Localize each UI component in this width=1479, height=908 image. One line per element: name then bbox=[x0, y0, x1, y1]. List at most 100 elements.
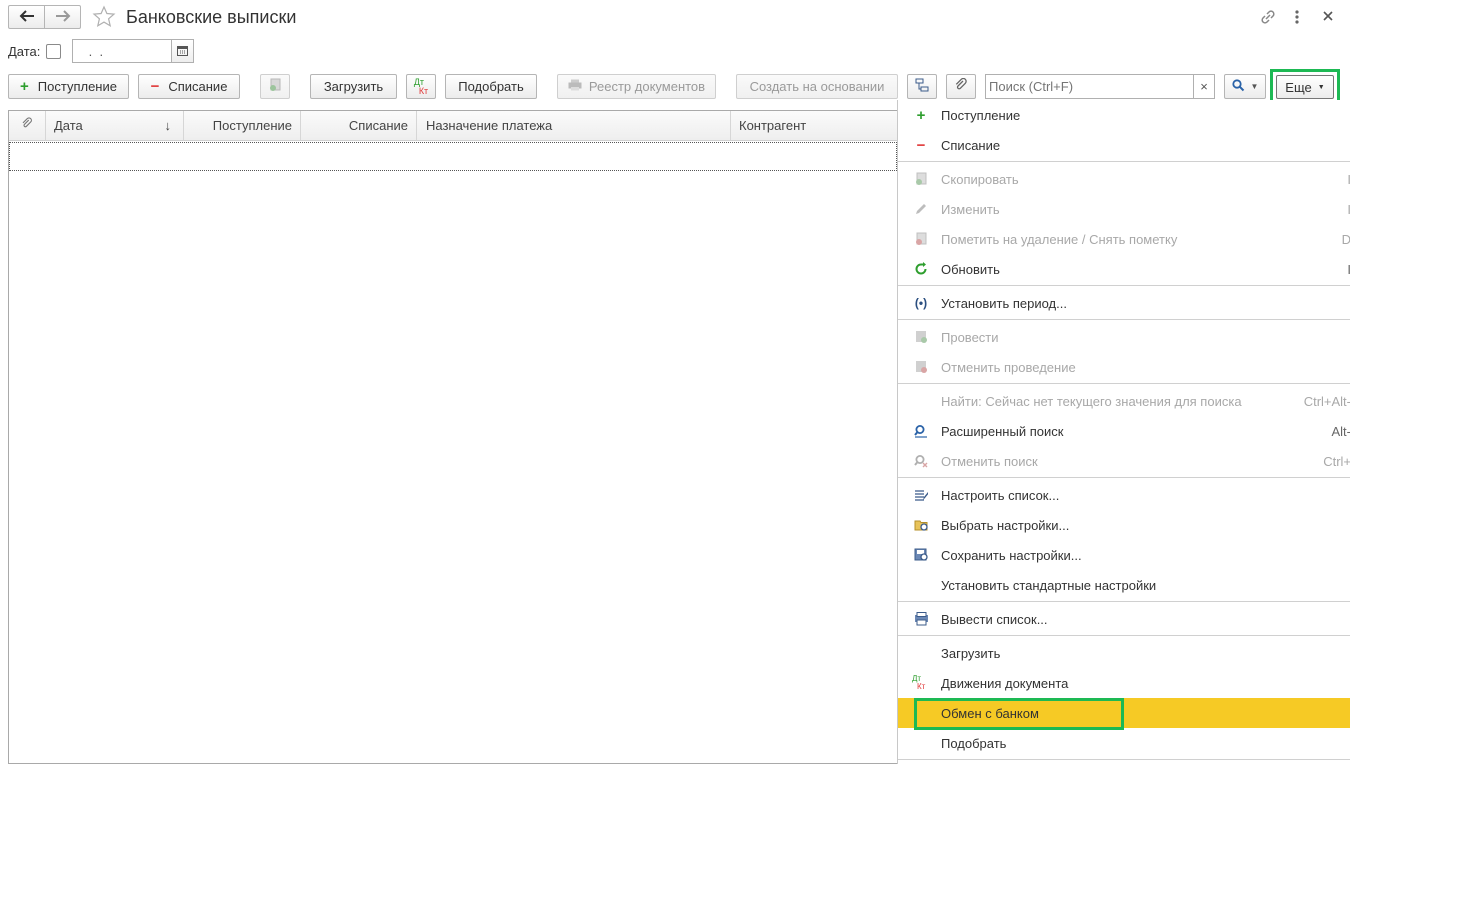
forward-button[interactable] bbox=[44, 5, 81, 29]
close-icon[interactable] bbox=[1322, 10, 1334, 25]
print-list-icon bbox=[912, 610, 930, 628]
menu-separator bbox=[898, 161, 1350, 162]
statements-table[interactable]: Дата ↓ Поступление Списание Назначение п… bbox=[8, 110, 897, 764]
col-date-label: Дата bbox=[54, 118, 83, 133]
menu-item-advanced-search[interactable]: Расширенный поиск Alt- bbox=[898, 416, 1350, 446]
menu-item-expense[interactable]: − Списание bbox=[898, 130, 1350, 160]
search-button[interactable]: ▼ bbox=[1224, 74, 1266, 99]
paperclip-icon bbox=[954, 77, 968, 95]
structure-button[interactable] bbox=[907, 74, 937, 99]
menu-item-label: Провести bbox=[941, 329, 999, 345]
col-counterparty-label: Контрагент bbox=[739, 118, 807, 133]
col-income[interactable]: Поступление bbox=[183, 111, 300, 140]
menu-item-label: Найти: Сейчас нет текущего значения для … bbox=[941, 393, 1242, 409]
menu-item-label: Выбрать настройки... bbox=[941, 517, 1070, 533]
menu-item-label: Движения документа bbox=[941, 675, 1069, 691]
menu-item-find[interactable]: Найти: Сейчас нет текущего значения для … bbox=[898, 386, 1350, 416]
list-settings-icon bbox=[912, 486, 930, 504]
col-expense[interactable]: Списание bbox=[300, 111, 416, 140]
date-checkbox[interactable] bbox=[46, 44, 61, 59]
menu-item-label: Изменить bbox=[941, 201, 1000, 217]
registry-button[interactable]: Реестр документов bbox=[557, 74, 716, 99]
menu-item-label: Скопировать bbox=[941, 171, 1019, 187]
arrow-right-icon bbox=[55, 9, 71, 25]
more-annotation-box bbox=[1270, 69, 1340, 104]
col-purpose[interactable]: Назначение платежа bbox=[416, 111, 730, 140]
col-expense-label: Списание bbox=[348, 118, 408, 133]
search-input[interactable] bbox=[985, 74, 1194, 99]
menu-item-label: Обновить bbox=[941, 261, 1000, 277]
menu-item-post[interactable]: Провести bbox=[898, 322, 1350, 352]
refresh-icon bbox=[912, 260, 930, 278]
kebab-icon[interactable] bbox=[1292, 9, 1302, 28]
income-label: Поступление bbox=[37, 79, 117, 94]
menu-item-choose-settings[interactable]: Выбрать настройки... bbox=[898, 510, 1350, 540]
menu-item-mark-delete[interactable]: Пометить на удаление / Снять пометку D bbox=[898, 224, 1350, 254]
period-icon: (•) bbox=[914, 296, 928, 310]
menu-item-copy[interactable]: Скопировать I bbox=[898, 164, 1350, 194]
cancel-search-icon bbox=[912, 452, 930, 470]
menu-item-label: Отменить поиск bbox=[941, 453, 1038, 469]
menu-separator bbox=[898, 601, 1350, 602]
menu-item-refresh[interactable]: Обновить I bbox=[898, 254, 1350, 284]
col-counterparty[interactable]: Контрагент bbox=[730, 111, 898, 140]
minus-icon: − bbox=[916, 136, 926, 154]
menu-item-load[interactable]: Загрузить bbox=[898, 638, 1350, 668]
menu-item-save-settings[interactable]: Сохранить настройки... bbox=[898, 540, 1350, 570]
menu-item-label: Настроить список... bbox=[941, 487, 1060, 503]
menu-separator bbox=[898, 477, 1350, 478]
create-based-button[interactable]: Создать на основании bbox=[736, 74, 898, 99]
date-value: . . bbox=[85, 44, 111, 59]
copy-icon bbox=[912, 170, 930, 188]
back-button[interactable] bbox=[8, 5, 45, 29]
menu-item-label: Списание bbox=[941, 137, 1001, 153]
menu-separator bbox=[898, 635, 1350, 636]
search-field[interactable] bbox=[986, 75, 1192, 98]
select-label: Подобрать bbox=[458, 79, 524, 94]
menu-separator bbox=[898, 319, 1350, 320]
menu-item-label: Расширенный поиск bbox=[941, 423, 1064, 439]
income-button[interactable]: + Поступление bbox=[8, 74, 129, 99]
menu-item-edit[interactable]: Изменить I bbox=[898, 194, 1350, 224]
expense-button[interactable]: − Списание bbox=[138, 74, 240, 99]
link-icon[interactable] bbox=[1259, 8, 1277, 29]
star-icon[interactable] bbox=[92, 5, 116, 32]
menu-item-shortcut: D bbox=[1342, 232, 1350, 247]
menu-item-label: Отменить проведение bbox=[941, 359, 1076, 375]
menu-item-period[interactable]: (•) Установить период... bbox=[898, 288, 1350, 318]
table-header: Дата ↓ Поступление Списание Назначение п… bbox=[9, 111, 897, 141]
dtkt-bottom: Кт bbox=[418, 85, 429, 96]
menu-item-shortcut: Ctrl+Alt- bbox=[1303, 393, 1350, 409]
menu-item-document-movements[interactable]: Дт Кт Движения документа bbox=[898, 668, 1350, 698]
col-income-label: Поступление bbox=[212, 118, 292, 133]
clear-icon: × bbox=[1200, 79, 1208, 94]
folder-settings-icon bbox=[912, 516, 930, 534]
search-clear-button[interactable]: × bbox=[1193, 74, 1215, 99]
menu-item-select[interactable]: Подобрать bbox=[898, 728, 1350, 758]
menu-item-configure-list[interactable]: Настроить список... bbox=[898, 480, 1350, 510]
menu-item-label: Загрузить bbox=[941, 645, 1001, 661]
col-attachment[interactable] bbox=[9, 111, 45, 140]
menu-item-cancel-search[interactable]: Отменить поиск Ctrl+ bbox=[898, 446, 1350, 476]
col-date[interactable]: Дата ↓ bbox=[45, 111, 183, 140]
select-button[interactable]: Подобрать bbox=[445, 74, 537, 99]
menu-item-output-list[interactable]: Вывести список... bbox=[898, 604, 1350, 634]
menu-item-unpost[interactable]: Отменить проведение bbox=[898, 352, 1350, 382]
table-row[interactable] bbox=[9, 142, 897, 171]
attachment-button[interactable] bbox=[946, 74, 976, 99]
more-menu: + Поступление − Списание Скопировать I И… bbox=[897, 100, 1350, 764]
copy-button[interactable] bbox=[260, 74, 290, 99]
dtkt-button[interactable]: Дт Кт bbox=[406, 74, 436, 99]
menu-item-shortcut: Ctrl+ bbox=[1323, 453, 1350, 469]
minus-icon: − bbox=[150, 78, 160, 95]
menu-item-default-settings[interactable]: Установить стандартные настройки bbox=[898, 570, 1350, 600]
menu-item-income[interactable]: + Поступление bbox=[898, 100, 1350, 130]
registry-label: Реестр документов bbox=[588, 79, 706, 94]
menu-separator bbox=[898, 759, 1350, 760]
calendar-button[interactable] bbox=[171, 39, 194, 63]
date-field[interactable]: . . bbox=[72, 39, 172, 63]
load-button[interactable]: Загрузить bbox=[310, 74, 397, 99]
menu-item-label: Установить стандартные настройки bbox=[941, 577, 1157, 593]
plus-icon: + bbox=[916, 106, 926, 124]
post-icon bbox=[912, 328, 930, 346]
